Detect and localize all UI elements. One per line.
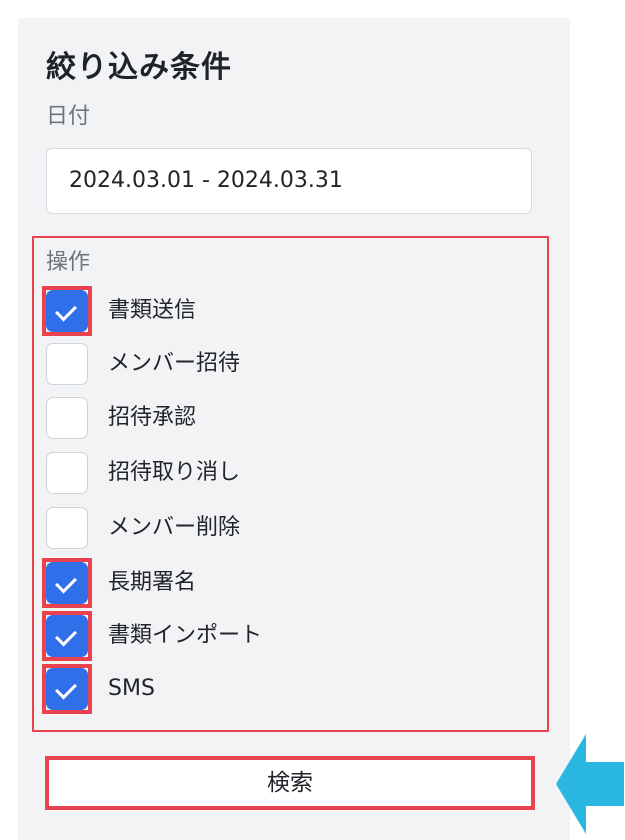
operations-label: 操作 (46, 250, 91, 275)
checkbox[interactable] (46, 507, 88, 549)
operation-checkbox-row[interactable]: 長期署名 (42, 558, 506, 608)
operation-checkbox-row[interactable]: メンバー招待 (46, 343, 506, 385)
operation-checkbox-row[interactable]: 招待承認 (46, 397, 506, 439)
checkbox-highlight (42, 286, 92, 336)
operation-checkbox-row[interactable]: メンバー削除 (46, 507, 506, 549)
operation-checkbox-row[interactable]: SMS (42, 664, 506, 714)
checkbox-label: メンバー招待 (108, 351, 241, 376)
checkbox[interactable] (46, 397, 88, 439)
checkbox-highlight (42, 664, 92, 714)
operation-checkbox-row[interactable]: 招待取り消し (46, 452, 506, 494)
checkbox-label: 書類インポート (108, 623, 263, 648)
checkbox[interactable] (46, 452, 88, 494)
pointer-arrow-icon (556, 734, 624, 834)
search-button[interactable]: 検索 (45, 756, 535, 810)
date-label: 日付 (46, 104, 91, 129)
checkbox-highlight (42, 558, 92, 608)
checkbox-label: 招待取り消し (108, 460, 241, 485)
checkbox-highlight (42, 611, 92, 661)
filter-title: 絞り込み条件 (46, 50, 232, 85)
checkbox-label: 長期署名 (108, 570, 197, 595)
checkbox-label: 書類送信 (108, 298, 197, 323)
checkbox-label: 招待承認 (108, 405, 197, 430)
operation-checkbox-row[interactable]: 書類インポート (42, 611, 506, 661)
operation-checkbox-row[interactable]: 書類送信 (42, 286, 506, 336)
checkbox-label: メンバー削除 (108, 515, 241, 540)
checkbox[interactable] (46, 343, 88, 385)
date-range-input[interactable]: 2024.03.01 - 2024.03.31 (46, 148, 532, 214)
checkbox-label: SMS (108, 676, 155, 701)
